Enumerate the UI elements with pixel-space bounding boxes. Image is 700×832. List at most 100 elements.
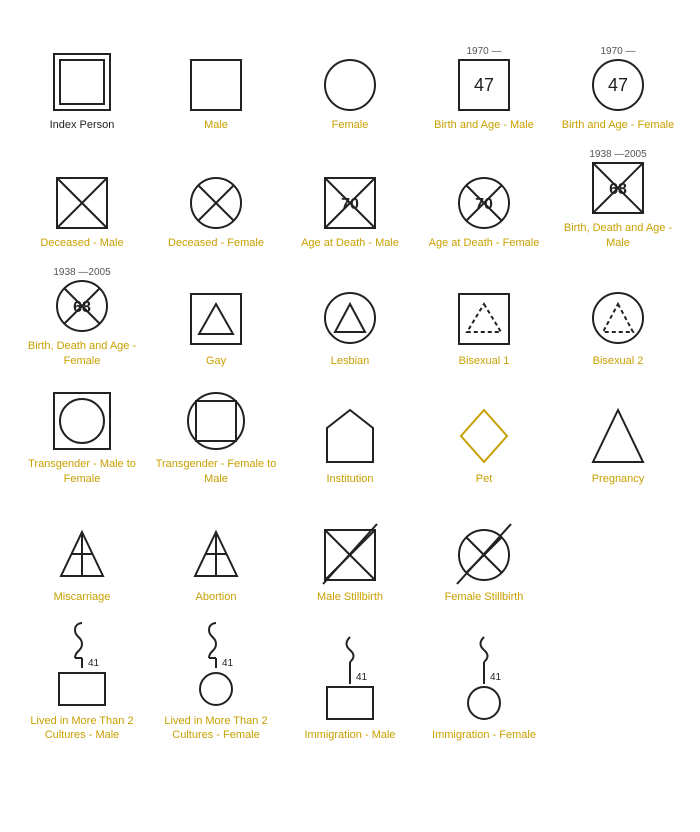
svg-text:47: 47 [474,75,494,95]
label-deceased-female: Deceased - Female [168,236,264,250]
label-pet: Pet [476,472,493,486]
svg-text:68: 68 [609,181,627,198]
symbol-birth-death-age-female: 68 [55,279,109,333]
label-female-stillbirth: Female Stillbirth [445,590,524,604]
cell-empty5 [553,496,683,606]
cell-abortion: Abortion [151,496,281,606]
symbol-abortion [189,524,243,584]
symbol-wrap-abortion [189,524,243,584]
cell-pet: Pet [419,378,549,488]
symbol-bisexual1 [457,288,511,348]
label-birth-death-age-male: Birth, Death and Age - Male [555,221,681,250]
symbol-immigration-male: 41 [323,632,377,722]
cell-female: Female [285,24,415,134]
symbol-wrap-birth-age-male: 1970 — 47 [457,46,511,112]
symbol-wrap-index-person [52,52,112,112]
symbol-male-stillbirth [323,524,377,584]
label-index-person: Index Person [50,118,115,132]
year-top-birth-death-age-female: 1938 —2005 [53,267,110,278]
symbol-wrap-lesbian [323,288,377,348]
symbol-female-stillbirth [457,524,511,584]
symbol-wrap-immigration-male: 41 [323,632,377,722]
symbol-wrap-lived-cultures-male: 41 [55,618,109,708]
symbol-wrap-miscarriage [55,524,109,584]
symbol-pregnancy [591,406,645,466]
symbol-gay [189,288,243,348]
label-immigration-female: Immigration - Female [432,728,536,742]
cell-female-stillbirth: Female Stillbirth [419,496,549,606]
symbol-birth-age-male: 47 [457,58,511,112]
label-birth-death-age-female: Birth, Death and Age - Female [19,339,145,368]
symbol-female [323,58,377,112]
year-top-birth-death-age-male: 1938 —2005 [589,149,646,160]
label-pregnancy: Pregnancy [592,472,645,486]
cell-male: Male [151,24,281,134]
year-top-birth-age-female: 1970 — [600,46,635,57]
cell-birth-death-age-female: 1938 —2005 68 Birth, Death and Age - Femal… [17,260,147,370]
symbol-wrap-birth-age-female: 1970 — 47 [591,46,645,112]
symbol-lived-cultures-female: 41 [189,618,243,708]
symbol-wrap-institution [323,406,377,466]
cell-institution: Institution [285,378,415,488]
cell-deceased-male: Deceased - Male [17,142,147,252]
year-top-birth-age-male: 1970 — [466,46,501,57]
label-female: Female [332,118,369,132]
symbol-wrap-lived-cultures-female: 41 [189,618,243,708]
symbol-lesbian [323,288,377,348]
symbol-lived-cultures-male: 41 [55,618,109,708]
symbol-wrap-transgender-f2m [186,391,246,451]
svg-text:41: 41 [356,672,368,683]
symbol-index-person [52,52,112,112]
symbol-wrap-female [323,58,377,112]
symbol-pet [457,406,511,466]
label-bisexual2: Bisexual 2 [593,354,644,368]
label-lived-cultures-female: Lived in More Than 2 Cultures - Female [153,714,279,743]
svg-text:47: 47 [608,75,628,95]
symbol-age-death-male: 70 [323,176,377,230]
symbol-wrap-transgender-m2f [52,391,112,451]
symbol-deceased-male [55,176,109,230]
svg-text:41: 41 [490,672,502,683]
cell-birth-age-male: 1970 — 47 Birth and Age - Male [419,24,549,134]
svg-text:68: 68 [73,299,91,316]
label-institution: Institution [326,472,373,486]
symbol-wrap-pregnancy [591,406,645,466]
label-transgender-m2f: Transgender - Male to Female [19,457,145,486]
cell-age-death-male: 70Age at Death - Male [285,142,415,252]
symbol-wrap-pet [457,406,511,466]
cell-pregnancy: Pregnancy [553,378,683,488]
symbol-age-death-female: 70 [457,176,511,230]
cell-age-death-female: 70 Age at Death - Female [419,142,549,252]
cell-birth-death-age-male: 1938 —2005 68 Birth, Death and Age - Male [553,142,683,252]
symbol-institution [323,406,377,466]
cell-immigration-male: 41Immigration - Male [285,614,415,745]
symbol-grid: Index Person Male Female 1970 — 47 Birth and … [5,24,695,745]
cell-empty6 [553,614,683,745]
symbol-wrap-immigration-female: 41 [457,632,511,722]
cell-male-stillbirth: Male Stillbirth [285,496,415,606]
svg-text:41: 41 [222,658,234,669]
label-abortion: Abortion [196,590,237,604]
label-lesbian: Lesbian [331,354,370,368]
label-age-death-female: Age at Death - Female [429,236,540,250]
svg-text:70: 70 [475,196,493,213]
symbol-wrap-bisexual1 [457,288,511,348]
cell-index-person: Index Person [17,24,147,134]
cell-lesbian: Lesbian [285,260,415,370]
symbol-deceased-female [189,176,243,230]
label-gay: Gay [206,354,226,368]
cell-lived-cultures-male: 41 Lived in More Than 2 Cultures - Male [17,614,147,745]
symbol-wrap-bisexual2 [591,288,645,348]
symbol-wrap-age-death-male: 70 [323,176,377,230]
label-lived-cultures-male: Lived in More Than 2 Cultures - Male [19,714,145,743]
label-birth-age-male: Birth and Age - Male [434,118,534,132]
symbol-wrap-deceased-female [189,176,243,230]
symbol-male [189,58,243,112]
symbol-bisexual2 [591,288,645,348]
cell-birth-age-female: 1970 —47Birth and Age - Female [553,24,683,134]
cell-immigration-female: 41 Immigration - Female [419,614,549,745]
symbol-wrap-birth-death-age-female: 1938 —2005 68 [53,267,110,333]
symbol-birth-death-age-male: 68 [591,161,645,215]
cell-bisexual2: Bisexual 2 [553,260,683,370]
cell-gay: Gay [151,260,281,370]
